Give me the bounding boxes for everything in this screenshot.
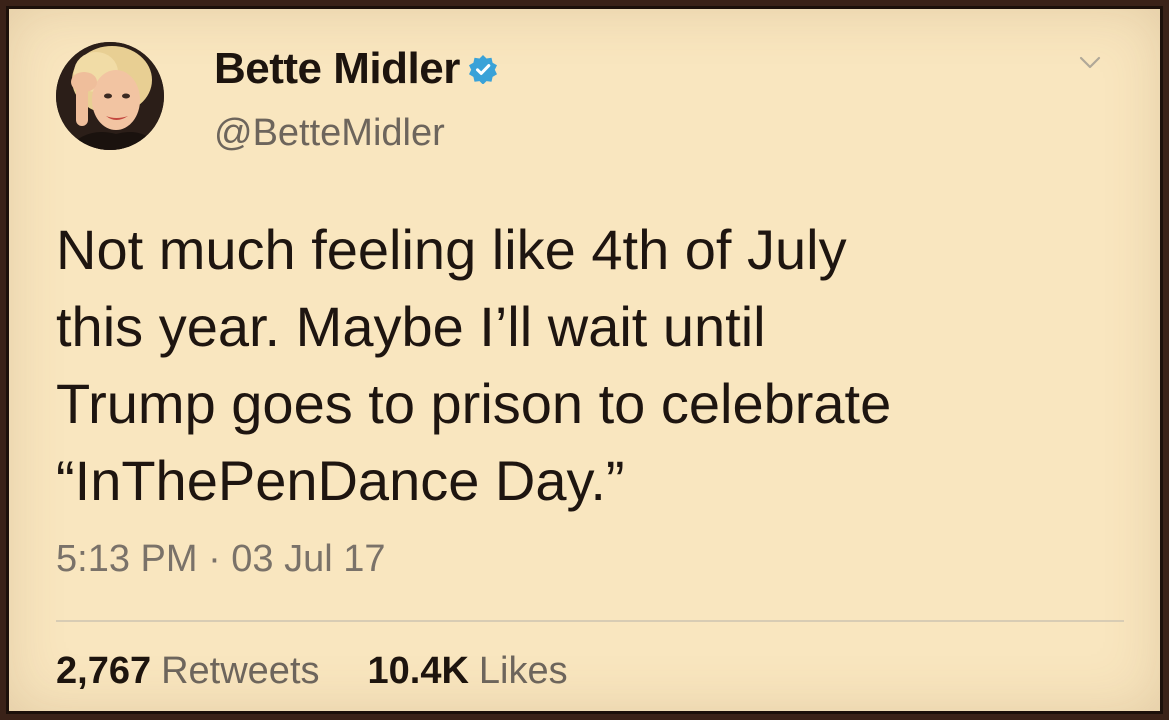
tweet-card: Bette Midler @BetteMidler Not much feeli… (0, 0, 1169, 720)
retweets-stat[interactable]: 2,767 Retweets (56, 650, 320, 693)
author-handle[interactable]: @BetteMidler (214, 112, 445, 155)
likes-count: 10.4K (367, 650, 469, 692)
tweet-text: Not much feeling like 4th of July this y… (56, 218, 892, 512)
likes-label: Likes (478, 650, 568, 692)
divider (56, 620, 1124, 622)
tweet-timestamp[interactable]: 5:13 PM · 03 Jul 17 (56, 538, 386, 581)
retweets-count: 2,767 (56, 650, 152, 692)
likes-stat[interactable]: 10.4K Likes (368, 650, 568, 693)
author-name-row[interactable]: Bette Midler (214, 44, 498, 94)
profile-photo-icon (56, 42, 164, 150)
tweet-stats: 2,767 Retweets 10.4K Likes (56, 650, 616, 693)
verified-badge-icon (468, 54, 498, 85)
author-display-name[interactable]: Bette Midler (214, 44, 460, 94)
avatar[interactable] (56, 42, 164, 150)
chevron-down-icon[interactable] (1079, 56, 1101, 70)
retweets-label: Retweets (161, 650, 320, 692)
